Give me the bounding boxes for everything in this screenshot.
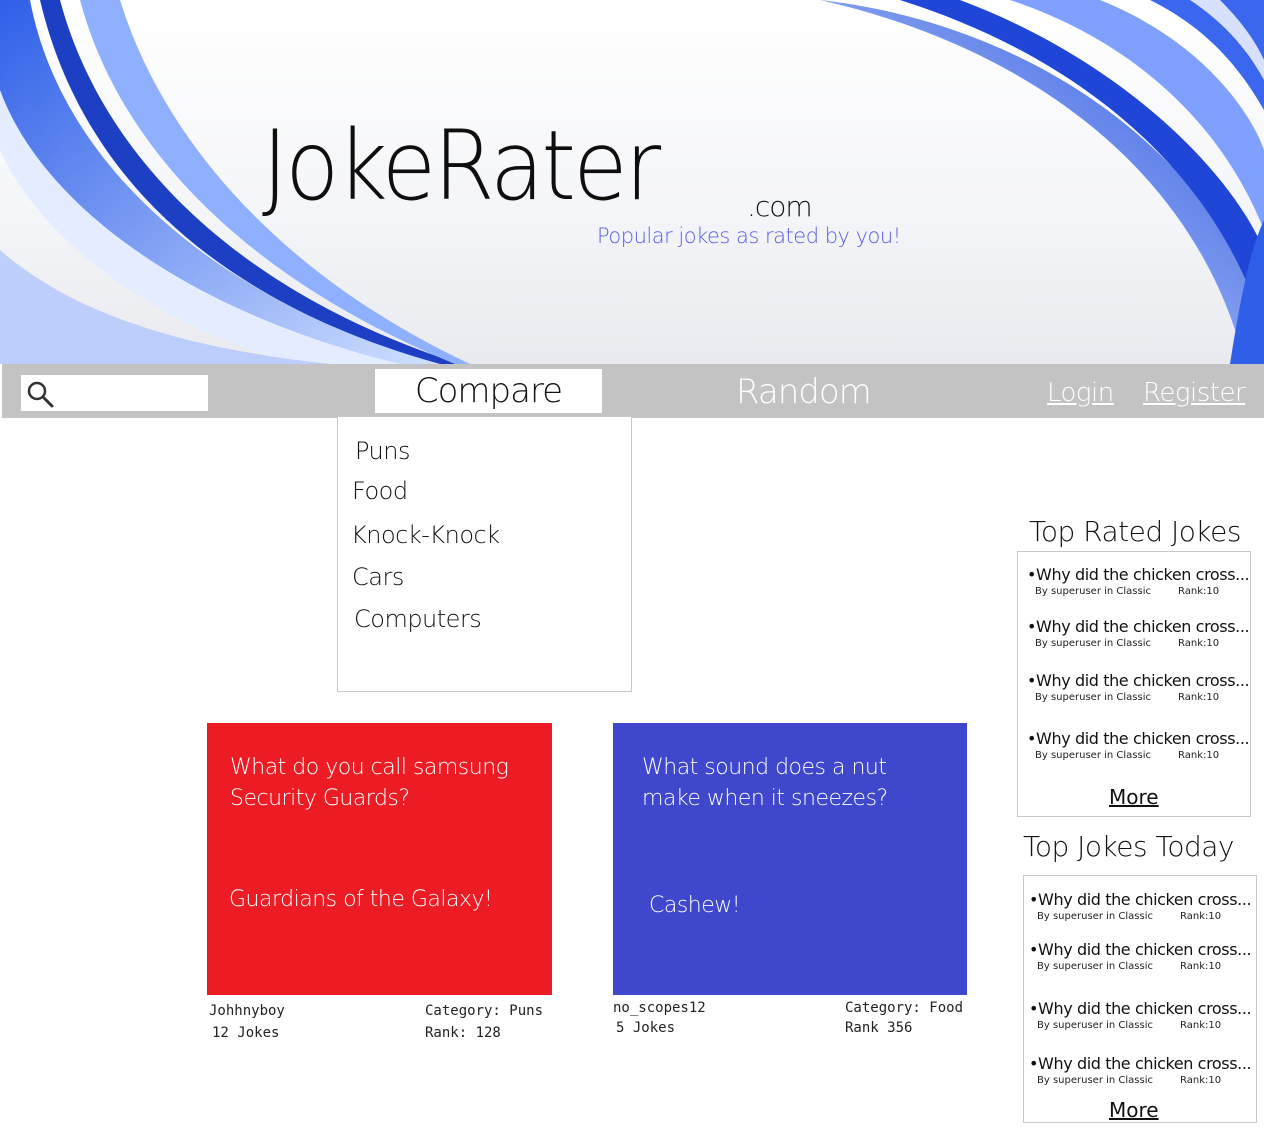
dropdown-item-food[interactable]: Food — [352, 477, 408, 505]
list-item[interactable]: •Why did the chicken cross... By superus… — [1027, 617, 1249, 651]
joke-link[interactable]: •Why did the chicken cross... — [1029, 1054, 1251, 1074]
joke-category: Category: Food — [845, 1000, 964, 1016]
list-item[interactable]: •Why did the chicken cross... By superus… — [1027, 565, 1249, 599]
joke-info: By superuser in Classic Rank:10 — [1037, 1075, 1222, 1086]
joke-link[interactable]: •Why did the chicken cross... — [1027, 729, 1249, 749]
search-box[interactable] — [21, 375, 208, 411]
top-today-list: •Why did the chicken cross... By superus… — [1023, 875, 1257, 1123]
nav-bar: Compare Random Login Register — [2, 364, 1264, 418]
header-banner: JokeRater .com Popular jokes as rated by… — [0, 0, 1264, 364]
joke-count: 5 Jokes — [616, 1020, 676, 1036]
joke-info: By superuser in Classic Rank:10 — [1035, 638, 1220, 649]
joke-link[interactable]: •Why did the chicken cross... — [1027, 565, 1249, 585]
joke-card[interactable]: What do you call samsung Security Guards… — [207, 723, 552, 995]
joke-info: By superuser in Classic Rank:10 — [1037, 961, 1222, 972]
register-link[interactable]: Register — [1143, 378, 1246, 408]
more-top-today-link[interactable]: More — [1109, 1098, 1159, 1122]
dropdown-item-computers[interactable]: Computers — [354, 605, 482, 633]
list-item[interactable]: •Why did the chicken cross... By superus… — [1029, 940, 1251, 974]
joke-info: By superuser in Classic Rank:10 — [1035, 750, 1220, 761]
joke-answer: Cashew! — [649, 893, 741, 918]
search-icon — [27, 381, 54, 408]
joke-rank: Rank: 128 — [425, 1025, 501, 1041]
joke-info: By superuser in Classic Rank:10 — [1037, 911, 1222, 922]
list-item[interactable]: •Why did the chicken cross... By superus… — [1029, 890, 1251, 924]
joke-link[interactable]: •Why did the chicken cross... — [1027, 617, 1249, 637]
joke-link[interactable]: •Why did the chicken cross... — [1029, 940, 1251, 960]
joke-info: By superuser in Classic Rank:10 — [1037, 1020, 1222, 1031]
search-input[interactable] — [57, 379, 206, 409]
compare-tab[interactable]: Compare — [375, 369, 602, 413]
list-item[interactable]: •Why did the chicken cross... By superus… — [1029, 1054, 1251, 1088]
list-item[interactable]: •Why did the chicken cross... By superus… — [1029, 999, 1251, 1033]
random-link[interactable]: Random — [736, 372, 872, 412]
joke-info: By superuser in Classic Rank:10 — [1035, 586, 1220, 597]
joke-card[interactable]: What sound does a nut make when it sneez… — [613, 723, 967, 995]
joke-link[interactable]: •Why did the chicken cross... — [1027, 671, 1249, 691]
joke-author[interactable]: Johhnyboy — [209, 1001, 285, 1021]
list-item[interactable]: •Why did the chicken cross... By superus… — [1027, 671, 1249, 705]
joke-author[interactable]: no_scopes12 — [613, 998, 706, 1018]
joke-question: What do you call samsung Security Guards… — [230, 755, 509, 811]
joke-link[interactable]: •Why did the chicken cross... — [1029, 999, 1251, 1019]
top-rated-title: Top Rated Jokes — [1029, 515, 1241, 548]
more-top-rated-link[interactable]: More — [1109, 785, 1159, 809]
site-logo[interactable]: JokeRater — [262, 118, 661, 214]
dropdown-item-puns[interactable]: Puns — [355, 437, 410, 465]
dropdown-item-cars[interactable]: Cars — [352, 563, 404, 591]
list-item[interactable]: •Why did the chicken cross... By superus… — [1027, 729, 1249, 763]
joke-question: What sound does a nut make when it sneez… — [642, 755, 888, 811]
joke-answer: Guardians of the Galaxy! — [229, 887, 493, 912]
joke-link[interactable]: •Why did the chicken cross... — [1029, 890, 1251, 910]
joke-count: 12 Jokes — [212, 1025, 280, 1041]
compare-dropdown-menu: Puns Food Knock-Knock Cars Computers — [337, 416, 632, 692]
login-link[interactable]: Login — [1047, 378, 1114, 408]
dropdown-item-knock-knock[interactable]: Knock-Knock — [351, 521, 500, 549]
joke-info: By superuser in Classic Rank:10 — [1035, 692, 1220, 703]
site-logo-tld: .com — [747, 190, 813, 223]
top-today-title: Top Jokes Today — [1023, 830, 1234, 863]
joke-rank: Rank 356 — [845, 1020, 913, 1036]
top-rated-list: •Why did the chicken cross... By superus… — [1017, 551, 1251, 817]
site-tagline: Popular jokes as rated by you! — [597, 224, 901, 248]
joke-category: Category: Puns — [425, 1003, 544, 1019]
